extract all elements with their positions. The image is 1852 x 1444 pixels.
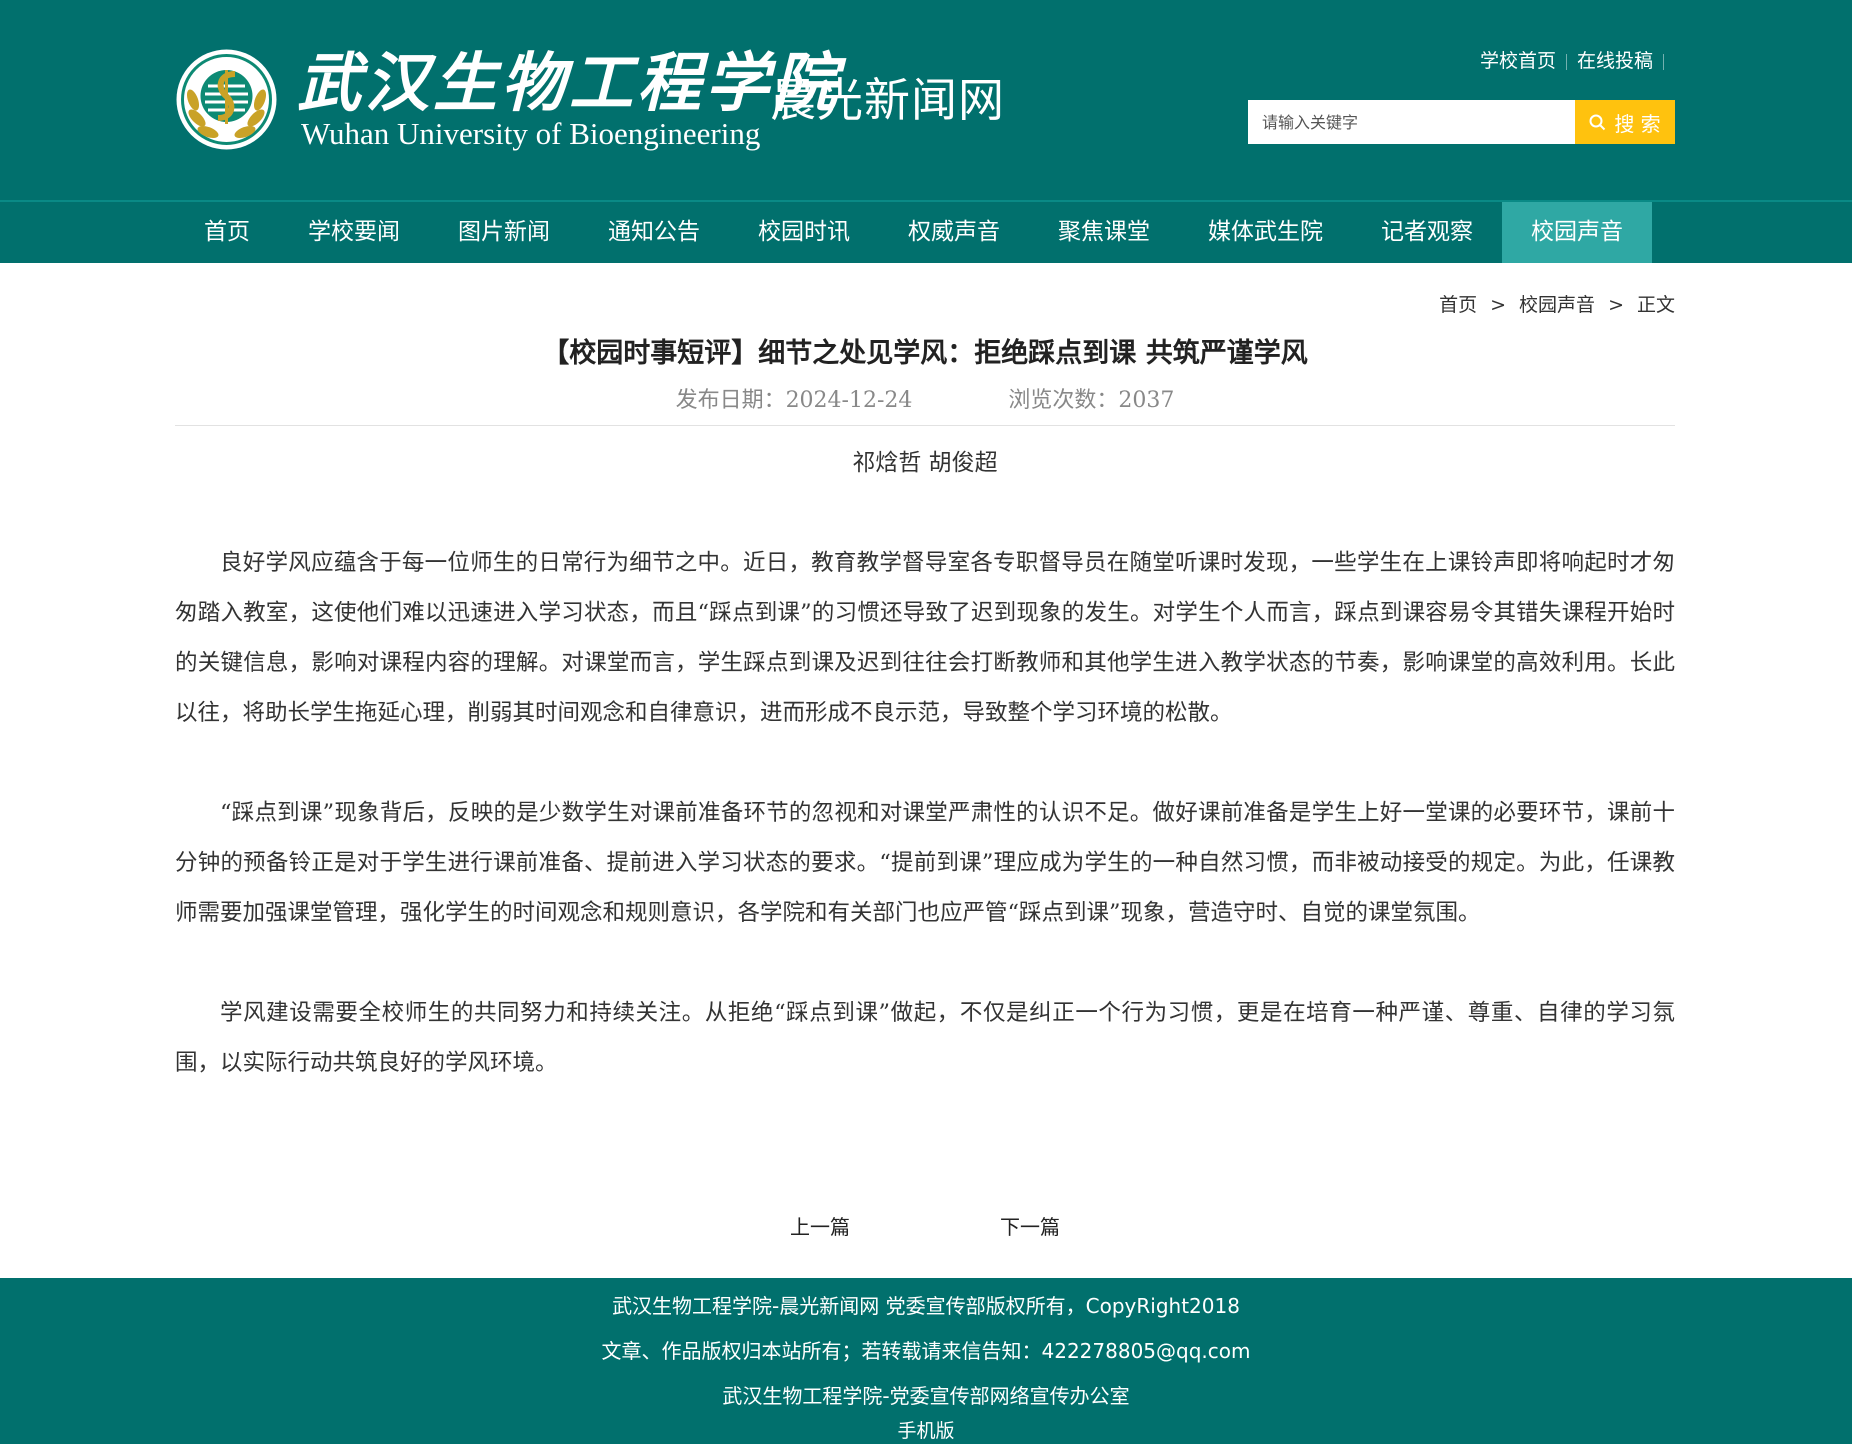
site-footer: 武汉生物工程学院-晨光新闻网 党委宣传部版权所有，CopyRight2018 文…	[0, 1278, 1852, 1444]
nav-item-school-news[interactable]: 学校要闻	[279, 202, 429, 263]
next-article-link[interactable]: 下一篇	[1000, 1215, 1060, 1239]
nav-item-authority-voice[interactable]: 权威声音	[879, 202, 1029, 263]
top-link-separator	[1663, 53, 1664, 70]
breadcrumb-current: 正文	[1636, 294, 1675, 316]
nav-item-focus-class[interactable]: 聚焦课堂	[1029, 202, 1179, 263]
logo-chinese-name: 武汉生物工程学院	[297, 46, 841, 121]
article-paragraph: 良好学风应蕴含于每一位师生的日常行为细节之中。近日，教育教学督导室各专职督导员在…	[175, 550, 1675, 726]
search-icon	[1589, 114, 1606, 130]
mobile-version-link[interactable]: 手机版	[0, 1416, 1852, 1443]
publish-date: 发布日期：2024-12-24	[675, 388, 913, 413]
university-emblem-icon	[176, 49, 277, 150]
breadcrumb: 首页 > 校园声音 > 正文	[1439, 290, 1675, 317]
university-logo[interactable]: 武汉生物工程学院 Wuhan University of Bioengineer…	[175, 48, 837, 158]
search-button-label: 搜 索	[1614, 111, 1661, 136]
footer-copyright: 武汉生物工程学院-晨光新闻网 党委宣传部版权所有，CopyRight2018	[612, 1294, 1240, 1318]
breadcrumb-section[interactable]: 校园声音	[1519, 294, 1595, 316]
article-title: 【校园时事短评】细节之处见学风：拒绝踩点到课 共筑严谨学风	[542, 338, 1308, 369]
nav-item-media[interactable]: 媒体武生院	[1179, 202, 1352, 263]
article-meta: 发布日期：2024-12-24 浏览次数：2037	[175, 384, 1675, 418]
nav-item-reporter[interactable]: 记者观察	[1352, 202, 1502, 263]
nav-item-home[interactable]: 首页	[175, 202, 279, 263]
article-paragraph: “踩点到课”现象背后，反映的是少数学生对课前准备环节的忽视和对课堂严肃性的认识不…	[175, 800, 1675, 926]
nav-item-notices[interactable]: 通知公告	[579, 202, 729, 263]
nav-item-campus-news[interactable]: 校园时讯	[729, 202, 879, 263]
footer-rights: 文章、作品版权归本站所有；若转载请来信告知：422278805@qq.com	[601, 1339, 1251, 1363]
prev-article-link[interactable]: 上一篇	[790, 1215, 850, 1239]
nav-item-campus-voice[interactable]: 校园声音	[1502, 202, 1652, 263]
footer-office: 武汉生物工程学院-党委宣传部网络宣传办公室	[722, 1384, 1130, 1408]
article-authors: 祁焓哲 胡俊超	[852, 450, 998, 476]
search-bar: 搜 索	[1248, 100, 1675, 144]
nav-item-photo-news[interactable]: 图片新闻	[429, 202, 579, 263]
breadcrumb-home[interactable]: 首页	[1439, 294, 1477, 316]
site-name: 晨光新闻网	[770, 73, 1005, 127]
title-divider	[175, 425, 1675, 426]
main-nav: 首页 学校要闻 图片新闻 通知公告 校园时讯 权威声音 聚焦课堂 媒体武生院 记…	[0, 200, 1852, 263]
view-count: 浏览次数：2037	[1008, 388, 1175, 413]
breadcrumb-separator: >	[1490, 294, 1507, 316]
site-header: 武汉生物工程学院 Wuhan University of Bioengineer…	[0, 0, 1852, 200]
search-input[interactable]	[1248, 100, 1575, 144]
top-links: 学校首页 在线投稿	[1480, 46, 1674, 73]
top-link-separator	[1565, 53, 1567, 70]
breadcrumb-separator: >	[1608, 294, 1624, 316]
article-pager: 上一篇 下一篇	[175, 1212, 1675, 1242]
logo-english-name: Wuhan University of Bioengineering	[301, 116, 761, 151]
article-body: 良好学风应蕴含于每一位师生的日常行为细节之中。近日，教育教学督导室各专职督导员在…	[175, 538, 1675, 1138]
article-paragraph: 学风建设需要全校师生的共同努力和持续关注。从拒绝“踩点到课”做起，不仅是纠正一个…	[175, 1000, 1675, 1076]
search-button[interactable]: 搜 索	[1575, 100, 1675, 144]
top-link-school-home[interactable]: 学校首页	[1480, 50, 1556, 72]
top-link-submit[interactable]: 在线投稿	[1577, 50, 1653, 72]
